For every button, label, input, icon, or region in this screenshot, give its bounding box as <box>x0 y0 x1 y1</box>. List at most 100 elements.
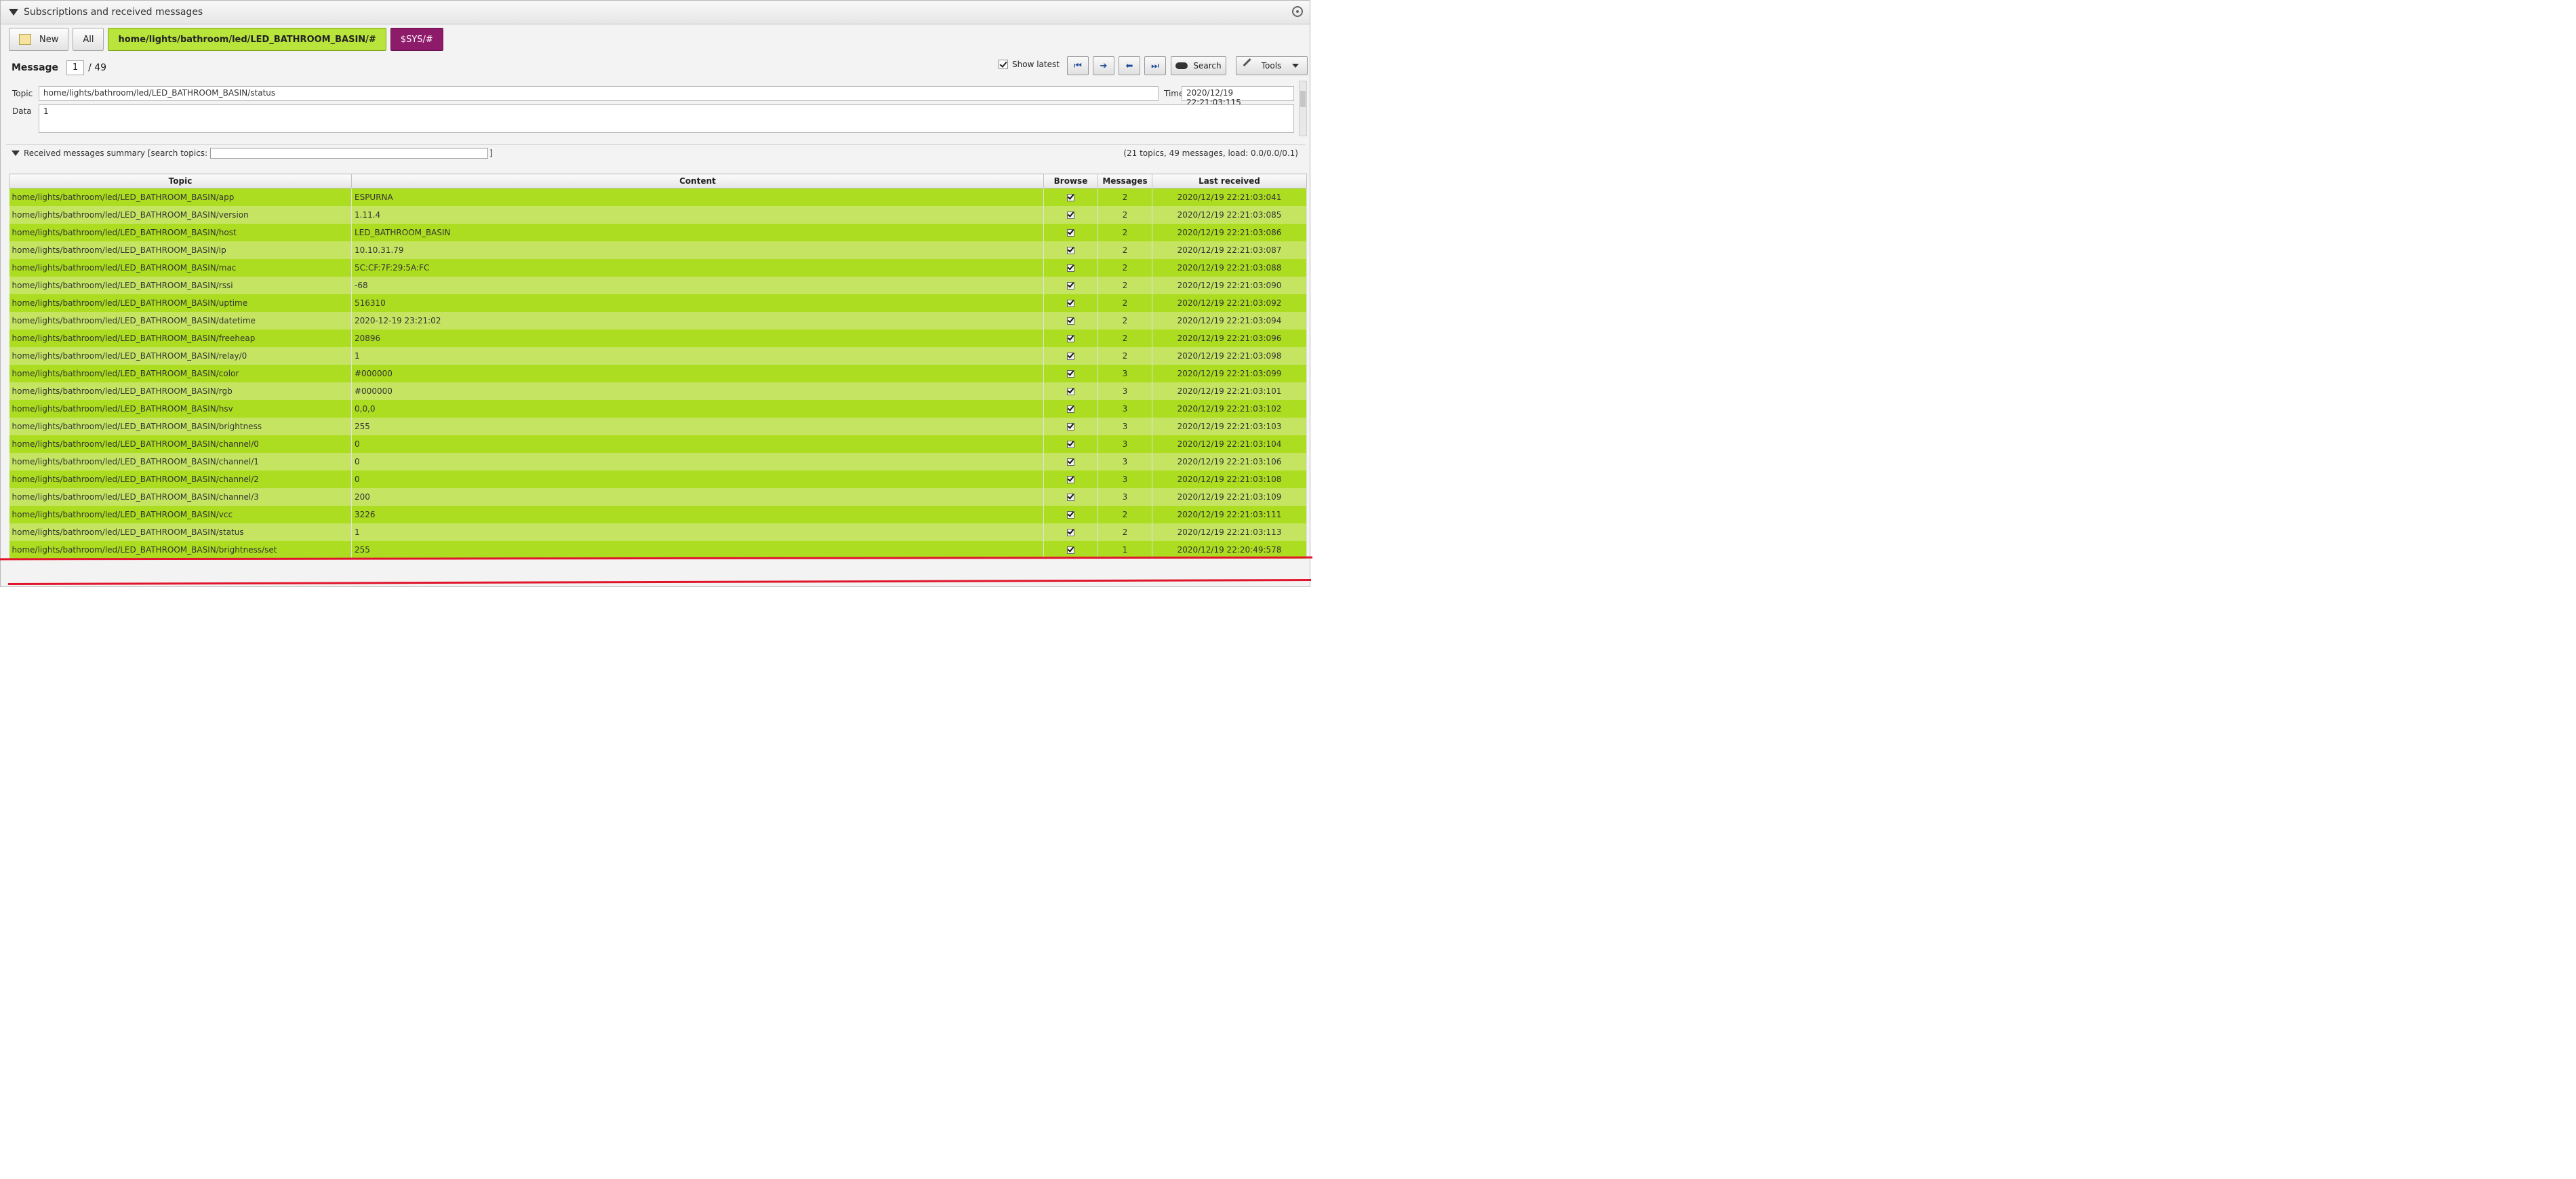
table-row[interactable]: home/lights/bathroom/led/LED_BATHROOM_BA… <box>9 312 1307 329</box>
detail-scrollbar-thumb[interactable] <box>1300 91 1306 107</box>
browse-checkbox[interactable] <box>1067 300 1074 307</box>
table-row[interactable]: home/lights/bathroom/led/LED_BATHROOM_BA… <box>9 294 1307 312</box>
show-latest-checkbox[interactable] <box>999 60 1008 69</box>
browse-checkbox[interactable] <box>1067 511 1074 519</box>
summary-stats: (21 topics, 49 messages, load: 0.0/0.0/0… <box>1123 148 1298 158</box>
content-cell: #000000 <box>351 365 1044 382</box>
table-row[interactable]: home/lights/bathroom/led/LED_BATHROOM_BA… <box>9 347 1307 365</box>
topic-field[interactable]: home/lights/bathroom/led/LED_BATHROOM_BA… <box>39 86 1159 101</box>
table-row[interactable]: home/lights/bathroom/led/LED_BATHROOM_BA… <box>9 241 1307 259</box>
table-row[interactable]: home/lights/bathroom/led/LED_BATHROOM_BA… <box>9 471 1307 488</box>
summary-title-close: ] <box>489 148 493 158</box>
show-latest-toggle[interactable]: Show latest <box>999 60 1060 69</box>
messages-count-cell: 3 <box>1098 471 1152 488</box>
message-navigation-bar: Message 1 / 49 Show latest ⏮ ➔ ⬅ ⏭ Searc… <box>12 56 1308 79</box>
column-header-content[interactable]: Content <box>351 174 1044 188</box>
tab-sys[interactable]: $SYS/# <box>390 28 443 51</box>
column-header-browse[interactable]: Browse <box>1043 174 1098 188</box>
browse-checkbox[interactable] <box>1067 388 1074 395</box>
messages-count-cell: 3 <box>1098 453 1152 471</box>
panel-titlebar[interactable]: Subscriptions and received messages <box>1 1 1310 24</box>
browse-cell <box>1043 241 1098 259</box>
browse-cell <box>1043 365 1098 382</box>
table-row[interactable]: home/lights/bathroom/led/LED_BATHROOM_BA… <box>9 365 1307 382</box>
column-header-messages[interactable]: Messages <box>1098 174 1152 188</box>
browse-cell <box>1043 471 1098 488</box>
tools-menu-button[interactable]: Tools <box>1236 56 1308 75</box>
browse-cell <box>1043 329 1098 347</box>
tools-button-label: Tools <box>1261 61 1282 71</box>
table-row[interactable]: home/lights/bathroom/led/LED_BATHROOM_BA… <box>9 435 1307 453</box>
table-row[interactable]: home/lights/bathroom/led/LED_BATHROOM_BA… <box>9 523 1307 541</box>
column-header-topic[interactable]: Topic <box>9 174 352 188</box>
subscription-tabs: New All home/lights/bathroom/led/LED_BAT… <box>9 28 443 51</box>
browse-checkbox[interactable] <box>1067 529 1074 536</box>
browse-checkbox[interactable] <box>1067 441 1074 448</box>
browse-checkbox[interactable] <box>1067 229 1074 237</box>
browse-checkbox[interactable] <box>1067 317 1074 325</box>
table-row[interactable]: home/lights/bathroom/led/LED_BATHROOM_BA… <box>9 277 1307 294</box>
browse-cell <box>1043 400 1098 418</box>
table-row[interactable]: home/lights/bathroom/led/LED_BATHROOM_BA… <box>9 400 1307 418</box>
topic-search-input[interactable] <box>210 148 489 159</box>
message-index-input[interactable]: 1 <box>66 60 85 75</box>
settings-icon[interactable] <box>1292 6 1303 17</box>
browse-checkbox[interactable] <box>1067 423 1074 431</box>
previous-message-button[interactable]: ⬅ <box>1119 56 1140 75</box>
table-row[interactable]: home/lights/bathroom/led/LED_BATHROOM_BA… <box>9 188 1307 206</box>
topic-cell: home/lights/bathroom/led/LED_BATHROOM_BA… <box>9 347 352 365</box>
topic-cell: home/lights/bathroom/led/LED_BATHROOM_BA… <box>9 418 352 435</box>
collapse-arrow-icon[interactable] <box>9 9 18 16</box>
browse-checkbox[interactable] <box>1067 476 1074 483</box>
browse-cell <box>1043 453 1098 471</box>
arrow-left-icon: ⬅ <box>1125 60 1133 71</box>
table-row[interactable]: home/lights/bathroom/led/LED_BATHROOM_BA… <box>9 259 1307 277</box>
panel-title: Subscriptions and received messages <box>24 7 203 18</box>
table-row[interactable]: home/lights/bathroom/led/LED_BATHROOM_BA… <box>9 488 1307 506</box>
browse-checkbox[interactable] <box>1067 353 1074 360</box>
message-label: Message <box>12 62 59 73</box>
last-received-cell: 2020/12/19 22:21:03:109 <box>1152 488 1307 506</box>
table-row[interactable]: home/lights/bathroom/led/LED_BATHROOM_BA… <box>9 329 1307 347</box>
first-message-icon: ⏮ <box>1074 60 1082 71</box>
new-subscription-button[interactable]: New <box>9 28 69 51</box>
table-row[interactable]: home/lights/bathroom/led/LED_BATHROOM_BA… <box>9 418 1307 435</box>
browse-checkbox[interactable] <box>1067 335 1074 342</box>
detail-scrollbar[interactable] <box>1299 81 1307 136</box>
table-row[interactable]: home/lights/bathroom/led/LED_BATHROOM_BA… <box>9 224 1307 241</box>
table-row[interactable]: home/lights/bathroom/led/LED_BATHROOM_BA… <box>9 382 1307 400</box>
content-cell: 1 <box>351 347 1044 365</box>
time-field[interactable]: 2020/12/19 22:21:03:115 <box>1182 86 1294 107</box>
column-header-last-received[interactable]: Last received <box>1152 174 1307 188</box>
content-cell: 0 <box>351 435 1044 453</box>
tab-bathroom-basin[interactable]: home/lights/bathroom/led/LED_BATHROOM_BA… <box>108 28 386 51</box>
table-row[interactable]: home/lights/bathroom/led/LED_BATHROOM_BA… <box>9 506 1307 523</box>
browse-checkbox[interactable] <box>1067 282 1074 289</box>
browse-checkbox[interactable] <box>1067 546 1074 554</box>
subscriptions-panel: Subscriptions and received messages New … <box>0 0 1310 587</box>
topic-cell: home/lights/bathroom/led/LED_BATHROOM_BA… <box>9 471 352 488</box>
search-button[interactable]: Search <box>1171 56 1226 75</box>
browse-checkbox[interactable] <box>1067 370 1074 378</box>
last-message-button[interactable]: ⏭ <box>1144 56 1166 75</box>
browse-checkbox[interactable] <box>1067 494 1074 501</box>
tab-all[interactable]: All <box>73 28 104 51</box>
next-message-button[interactable]: ➔ <box>1093 56 1114 75</box>
content-cell: 1.11.4 <box>351 206 1044 224</box>
browse-checkbox[interactable] <box>1067 458 1074 466</box>
content-cell: 255 <box>351 541 1044 559</box>
messages-count-cell: 2 <box>1098 312 1152 329</box>
table-row[interactable]: home/lights/bathroom/led/LED_BATHROOM_BA… <box>9 453 1307 471</box>
last-received-cell: 2020/12/19 22:21:03:094 <box>1152 312 1307 329</box>
browse-checkbox[interactable] <box>1067 405 1074 413</box>
summary-header: Received messages summary [search topics… <box>6 144 1305 161</box>
browse-checkbox[interactable] <box>1067 247 1074 254</box>
content-cell: 0,0,0 <box>351 400 1044 418</box>
first-message-button[interactable]: ⏮ <box>1067 56 1089 75</box>
browse-checkbox[interactable] <box>1067 194 1074 201</box>
table-row[interactable]: home/lights/bathroom/led/LED_BATHROOM_BA… <box>9 206 1307 224</box>
browse-checkbox[interactable] <box>1067 212 1074 219</box>
summary-collapse-arrow-icon[interactable] <box>12 151 20 156</box>
data-field[interactable]: 1 <box>39 104 1294 133</box>
browse-checkbox[interactable] <box>1067 264 1074 272</box>
